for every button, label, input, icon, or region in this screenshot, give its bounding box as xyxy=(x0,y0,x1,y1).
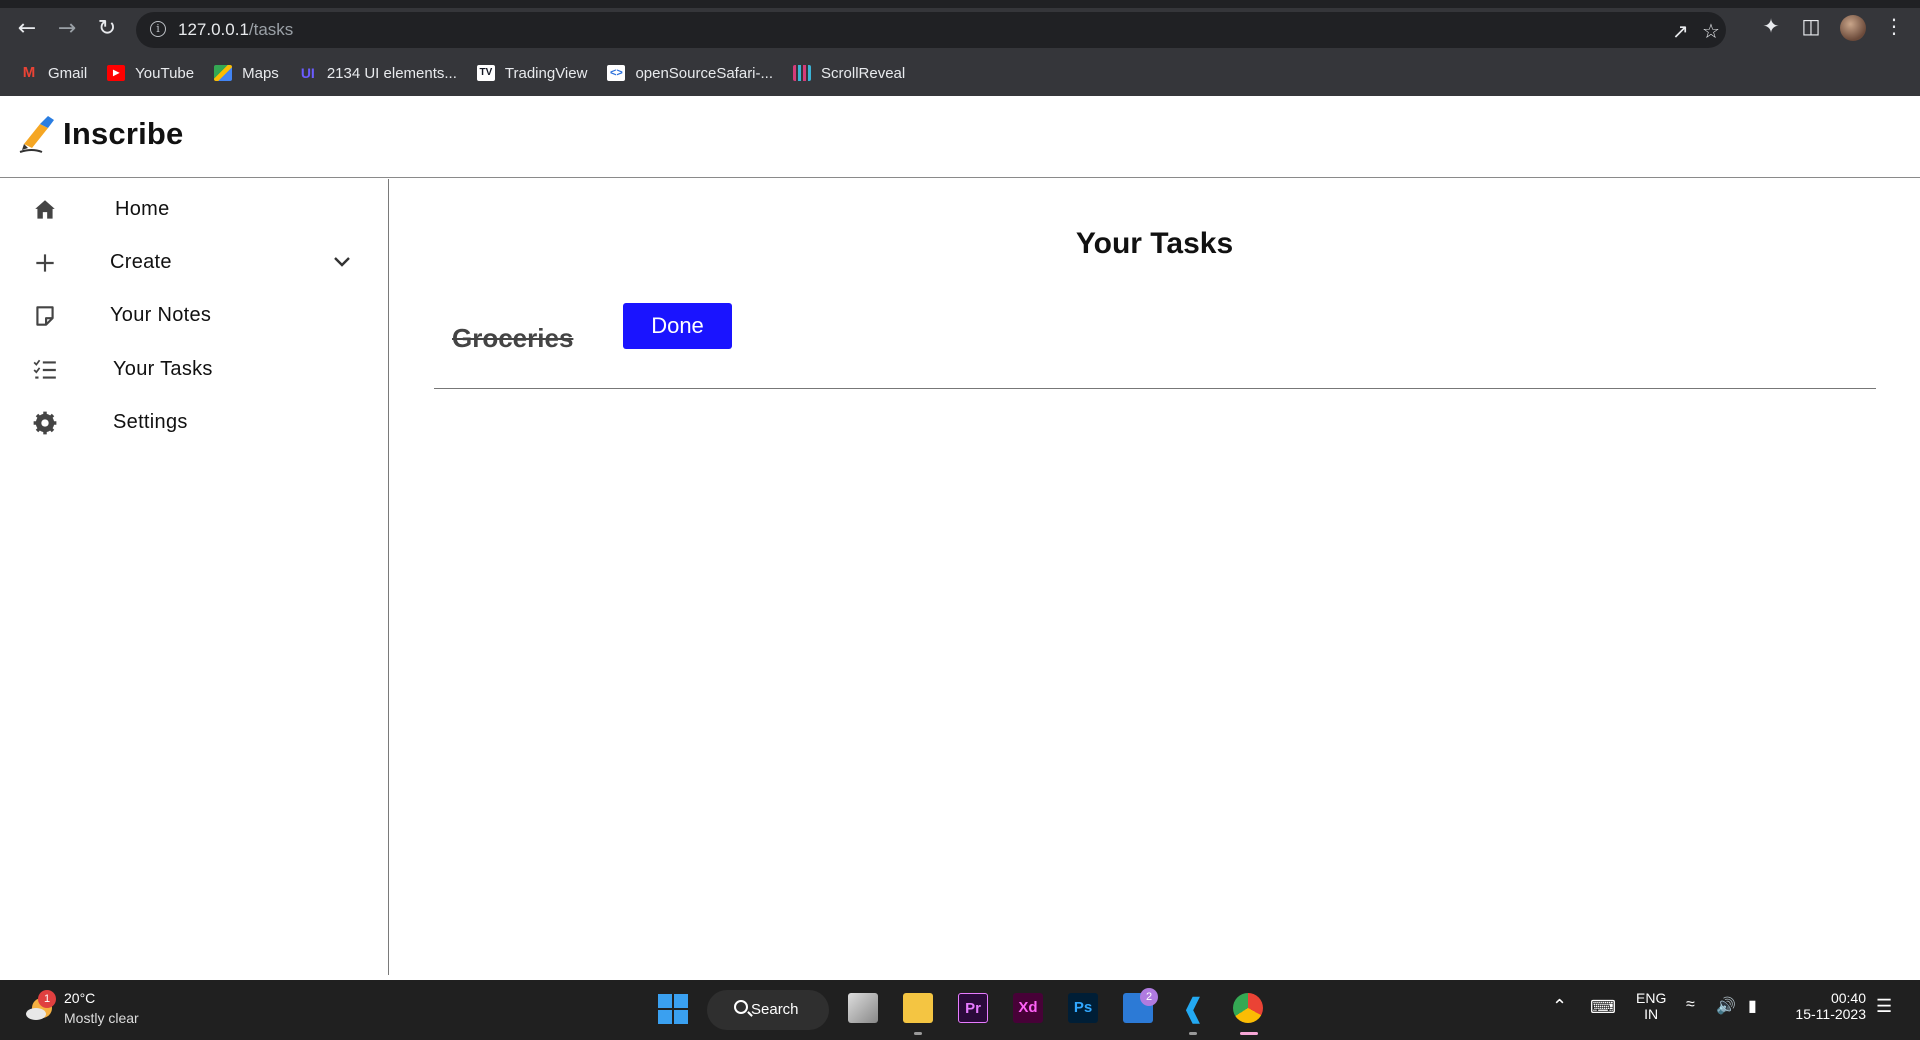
windows-start-icon[interactable] xyxy=(658,994,688,1024)
bookmarks-bar: M Gmail ▶ YouTube Maps UI 2134 UI elemen… xyxy=(0,60,905,86)
task-view-icon[interactable] xyxy=(848,993,878,1023)
site-info-icon[interactable]: i xyxy=(150,21,166,37)
youtube-icon: ▶ xyxy=(107,65,126,81)
share-icon[interactable]: ↗ xyxy=(1672,19,1689,43)
bookmark-maps[interactable]: Maps xyxy=(214,65,279,82)
note-icon xyxy=(36,306,54,326)
premiere-pro-icon[interactable]: Pr xyxy=(958,993,988,1023)
bookmark-ui-elements[interactable]: UI 2134 UI elements... xyxy=(299,65,457,82)
tradingview-icon: TV xyxy=(476,65,495,81)
sidebar-item-settings[interactable]: Settings xyxy=(0,398,388,448)
sidebar-item-label: Home xyxy=(115,198,170,220)
browser-menu-icon[interactable]: ⋮ xyxy=(1880,14,1908,38)
side-panel-icon[interactable]: ◫ xyxy=(1797,14,1825,38)
search-icon xyxy=(734,1000,748,1014)
sidebar-item-label: Your Notes xyxy=(110,304,212,326)
tray-overflow-chevron-icon[interactable]: ⌃ xyxy=(1552,996,1567,1017)
sidebar: Home Create Your Notes Your Tasks Settin… xyxy=(0,179,389,975)
running-indicator xyxy=(1189,1032,1197,1035)
wifi-icon[interactable]: ≈ xyxy=(1686,996,1695,1014)
sidebar-item-home[interactable]: Home xyxy=(0,185,388,235)
clock-date: 15-11-2023 xyxy=(1795,1006,1866,1022)
bookmark-scrollreveal[interactable]: ScrollReveal xyxy=(793,65,905,82)
address-bar[interactable]: i 127.0.0.1/tasks ↗ ☆ xyxy=(136,12,1726,48)
bookmark-opensourcesafari[interactable]: <> openSourceSafari-... xyxy=(607,65,773,82)
browser-chrome: ← → ↻ i 127.0.0.1/tasks ↗ ☆ ✦ ◫ ⋮ M Gmai… xyxy=(0,0,1920,96)
tasklist-icon xyxy=(33,359,56,379)
home-icon xyxy=(35,200,55,219)
sidebar-item-label: Your Tasks xyxy=(113,358,213,380)
tab-strip xyxy=(0,0,1920,8)
page-title: Your Tasks xyxy=(1075,227,1234,260)
forward-button[interactable]: → xyxy=(52,14,82,44)
task-name: Groceries xyxy=(452,323,574,353)
bookmark-tradingview[interactable]: TV TradingView xyxy=(476,64,588,82)
clock[interactable]: 00:40 15-11-2023 xyxy=(1786,990,1866,1022)
main-content: Your Tasks Groceries Done xyxy=(389,179,1920,975)
app-header: Inscribe xyxy=(0,96,1920,178)
done-button[interactable]: Done xyxy=(623,303,732,349)
gear-icon xyxy=(33,411,57,435)
sidebar-item-label: Create xyxy=(110,251,172,273)
bookmark-label: Gmail xyxy=(48,64,88,82)
weather-temperature[interactable]: 20°C xyxy=(64,990,95,1006)
uiverse-icon: UI xyxy=(300,65,315,81)
active-indicator xyxy=(1240,1032,1258,1035)
gmail-icon: M xyxy=(22,64,36,81)
sidebar-item-create[interactable]: Create xyxy=(0,238,388,288)
photoshop-icon[interactable]: Ps xyxy=(1068,993,1098,1023)
reload-button[interactable]: ↻ xyxy=(92,14,122,44)
profile-avatar[interactable] xyxy=(1840,15,1866,41)
task-row: Groceries Done xyxy=(434,299,1876,389)
file-explorer-icon[interactable] xyxy=(903,993,933,1023)
bookmark-youtube[interactable]: ▶ YouTube xyxy=(107,65,194,82)
bookmark-label: Maps xyxy=(242,64,279,82)
sidebar-item-your-tasks[interactable]: Your Tasks xyxy=(0,345,388,395)
bookmark-label: YouTube xyxy=(135,64,195,82)
running-indicator xyxy=(914,1032,922,1035)
chrome-icon[interactable] xyxy=(1233,993,1263,1023)
vscode-icon[interactable]: ❰ xyxy=(1178,993,1208,1023)
weather-notification-badge: 1 xyxy=(38,990,56,1008)
language-code: ENG xyxy=(1636,990,1667,1006)
bookmark-gmail[interactable]: M Gmail xyxy=(20,65,87,82)
battery-icon[interactable]: ▮ xyxy=(1748,996,1757,1016)
region-code: IN xyxy=(1644,1006,1659,1022)
volume-icon[interactable]: 🔊 xyxy=(1716,996,1736,1016)
bookmark-label: ScrollReveal xyxy=(821,64,906,82)
windows-taskbar: 1 20°C Mostly clear Search Pr Xd Ps 2 ❰ … xyxy=(0,980,1920,1040)
adobe-xd-icon[interactable]: Xd xyxy=(1013,993,1043,1023)
chevron-down-icon[interactable] xyxy=(330,250,354,274)
bookmark-label: openSourceSafari-... xyxy=(635,64,774,82)
weather-description[interactable]: Mostly clear xyxy=(64,1010,139,1026)
taskbar-search[interactable]: Search xyxy=(707,990,829,1030)
bookmark-star-icon[interactable]: ☆ xyxy=(1702,19,1720,43)
clock-time: 00:40 xyxy=(1830,990,1866,1006)
bookmark-label: TradingView xyxy=(504,64,588,82)
app-logo-title[interactable]: Inscribe xyxy=(63,116,183,152)
plus-icon xyxy=(36,254,54,272)
bookmark-label: 2134 UI elements... xyxy=(326,64,457,82)
maps-icon xyxy=(214,65,233,81)
sidebar-item-label: Settings xyxy=(113,411,188,433)
sidebar-item-your-notes[interactable]: Your Notes xyxy=(0,291,388,341)
extensions-icon[interactable]: ✦ xyxy=(1757,14,1785,38)
teams-notification-badge: 2 xyxy=(1140,988,1158,1006)
url-text[interactable]: 127.0.0.1/tasks xyxy=(178,20,293,40)
quill-pen-logo-icon xyxy=(19,116,54,153)
scrollreveal-icon xyxy=(793,65,812,81)
language-indicator[interactable]: ENG IN xyxy=(1636,990,1666,1022)
back-button[interactable]: ← xyxy=(12,14,42,44)
opensourcesafari-icon: <> xyxy=(607,65,626,81)
notification-bell-icon[interactable]: ☰ xyxy=(1876,996,1892,1017)
keyboard-icon[interactable]: ⌨ xyxy=(1590,997,1616,1018)
